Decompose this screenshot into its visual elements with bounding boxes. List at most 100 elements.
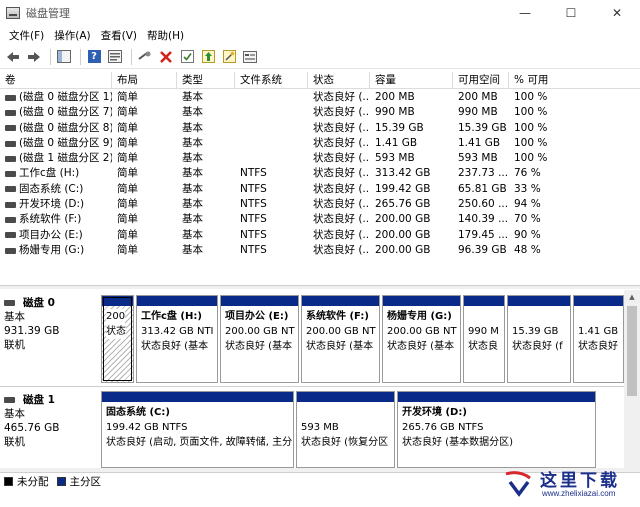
- table-row[interactable]: (磁盘 0 磁盘分区 9) 简单 基本 状态良好 (... 1.41 GB 1.…: [0, 136, 640, 151]
- partition-disk0-f[interactable]: 系统软件 (F:) 200.00 GB NT 状态良好 (基本: [301, 295, 380, 383]
- volume-icon: [5, 94, 16, 101]
- layout-cell: 简单: [117, 182, 138, 195]
- forward-arrow-icon[interactable]: [25, 48, 43, 66]
- partition-text: 工作c盘 (H:) 313.42 GB NTI 状态良好 (基本: [137, 306, 217, 354]
- volume-name-cell: 系统软件 (F:): [0, 212, 112, 227]
- partition-size: 1.41 GB: [578, 326, 619, 337]
- free-space-cell: 1.41 GB: [458, 136, 501, 149]
- filesystem-cell: NTFS: [240, 182, 267, 195]
- volume-name: 固态系统 (C:): [19, 182, 84, 195]
- back-arrow-icon[interactable]: [4, 48, 22, 66]
- toolbar-separator: [131, 48, 132, 65]
- vertical-scrollbar[interactable]: ▲: [624, 290, 640, 468]
- partition-disk0-7[interactable]: 990 M 状态良: [463, 295, 505, 383]
- partition-name: 工作c盘 (H:): [141, 311, 202, 322]
- column-header-capacity[interactable]: 容量: [370, 72, 453, 89]
- column-header-status[interactable]: 状态: [308, 72, 370, 89]
- disk-1-label[interactable]: 磁盘 1 基本 465.76 GB 联机: [4, 393, 98, 449]
- console-tree-icon[interactable]: [55, 48, 73, 66]
- check-icon[interactable]: [178, 48, 196, 66]
- filesystem-cell: [235, 136, 308, 151]
- disk-icon: [4, 397, 15, 403]
- partition-status: 状态良好: [578, 341, 618, 352]
- partition-disk0-e[interactable]: 项目办公 (E:) 200.00 GB NT 状态良好 (基本: [220, 295, 299, 383]
- status-cell: 状态良好 (...: [313, 198, 370, 211]
- partition-disk0-h[interactable]: 工作c盘 (H:) 313.42 GB NTI 状态良好 (基本: [136, 295, 218, 383]
- capacity-cell: 200 MB: [375, 91, 415, 103]
- menu-view[interactable]: 查看(V): [96, 28, 142, 43]
- help-icon[interactable]: ?: [85, 48, 103, 66]
- watermark-logo-icon: [505, 471, 531, 497]
- partition-disk1-d[interactable]: 开发环境 (D:) 265.76 GB NTFS 状态良好 (基本数据分区): [397, 391, 596, 468]
- partition-text: 项目办公 (E:) 200.00 GB NT 状态良好 (基本: [221, 306, 298, 354]
- table-row[interactable]: (磁盘 0 磁盘分区 8) 简单 基本 状态良好 (... 15.39 GB 1…: [0, 121, 640, 136]
- filesystem-cell: [235, 105, 308, 120]
- table-row[interactable]: 固态系统 (C:) 简单 基本 NTFS 状态良好 (... 199.42 GB…: [0, 182, 640, 197]
- disk-1-type: 基本: [4, 408, 25, 420]
- menu-help[interactable]: 帮助(H): [142, 28, 189, 43]
- partition-size: 313.42 GB NTI: [141, 326, 214, 337]
- scroll-thumb[interactable]: [627, 306, 637, 396]
- partition-disk1-c[interactable]: 固态系统 (C:) 199.42 GB NTFS 状态良好 (启动, 页面文件,…: [101, 391, 294, 468]
- partition-name: 固态系统 (C:): [106, 407, 170, 418]
- legend-swatch-unallocated: [4, 477, 13, 486]
- connect-icon[interactable]: [136, 48, 154, 66]
- column-header-percent-free[interactable]: % 可用: [509, 72, 640, 89]
- partition-name: 杨姗专用 (G:): [387, 311, 452, 322]
- column-header-free-space[interactable]: 可用空间: [453, 72, 509, 89]
- percent-free-cell: 76 %: [514, 167, 541, 180]
- partition-status: 状态良好 (启动, 页面文件, 故障转储, 主分: [106, 437, 293, 448]
- disk-view-icon[interactable]: [241, 48, 259, 66]
- free-space-cell: 593 MB: [458, 152, 498, 165]
- maximize-button[interactable]: ☐: [548, 0, 594, 26]
- disk-0-name: 磁盘 0: [23, 297, 55, 309]
- layout-cell: 简单: [117, 213, 138, 226]
- partition-size: 200.00 GB NT: [387, 326, 457, 337]
- scroll-up-icon[interactable]: ▲: [624, 290, 640, 304]
- column-header-type[interactable]: 类型: [177, 72, 235, 89]
- table-row[interactable]: (磁盘 0 磁盘分区 1) 简单 基本 状态良好 (... 200 MB 200…: [0, 90, 640, 105]
- partition-disk0-8[interactable]: 15.39 GB 状态良好 (f: [507, 295, 571, 383]
- delete-icon[interactable]: [157, 48, 175, 66]
- partition-bar: [398, 392, 595, 402]
- properties-icon[interactable]: [106, 48, 124, 66]
- type-cell: 基本: [182, 121, 203, 134]
- table-row[interactable]: 杨姗专用 (G:) 简单 基本 NTFS 状态良好 (... 200.00 GB…: [0, 243, 640, 258]
- percent-free-cell: 33 %: [514, 182, 541, 195]
- volume-name: (磁盘 0 磁盘分区 1): [19, 91, 112, 103]
- table-row[interactable]: 系统软件 (F:) 简单 基本 NTFS 状态良好 (... 200.00 GB…: [0, 212, 640, 227]
- wizard-icon[interactable]: [220, 48, 238, 66]
- column-header-volume[interactable]: 卷: [0, 72, 112, 89]
- volume-name: 项目办公 (E:): [19, 228, 83, 241]
- partition-disk0-9[interactable]: 1.41 GB 状态良好: [573, 295, 624, 383]
- volume-name: (磁盘 0 磁盘分区 8): [19, 121, 112, 134]
- disk-0-label[interactable]: 磁盘 0 基本 931.39 GB 联机: [4, 296, 98, 352]
- table-row[interactable]: 项目办公 (E:) 简单 基本 NTFS 状态良好 (... 200.00 GB…: [0, 228, 640, 243]
- partition-disk0-1[interactable]: 200 状态: [101, 295, 134, 383]
- menu-action[interactable]: 操作(A): [49, 28, 95, 43]
- table-row[interactable]: 开发环境 (D:) 简单 基本 NTFS 状态良好 (... 265.76 GB…: [0, 197, 640, 212]
- percent-free-cell: 48 %: [514, 243, 541, 256]
- volume-name-cell: (磁盘 0 磁盘分区 8): [0, 121, 112, 136]
- capacity-cell: 200.00 GB: [375, 228, 431, 241]
- partition-disk0-g[interactable]: 杨姗专用 (G:) 200.00 GB NT 状态良好 (基本: [382, 295, 461, 383]
- disk-icon: [4, 300, 15, 306]
- close-button[interactable]: ✕: [594, 0, 640, 26]
- table-row[interactable]: 工作c盘 (H:) 简单 基本 NTFS 状态良好 (... 313.42 GB…: [0, 166, 640, 181]
- capacity-cell: 199.42 GB: [375, 182, 431, 195]
- table-row[interactable]: (磁盘 1 磁盘分区 2) 简单 基本 状态良好 (... 593 MB 593…: [0, 151, 640, 166]
- percent-free-cell: 94 %: [514, 198, 541, 211]
- partition-name: 开发环境 (D:): [402, 407, 467, 418]
- status-cell: 状态良好 (...: [313, 121, 370, 134]
- free-space-cell: 250.60 ...: [458, 198, 509, 211]
- up-arrow-icon[interactable]: [199, 48, 217, 66]
- pane-splitter[interactable]: [0, 285, 640, 289]
- menu-file[interactable]: 文件(F): [4, 28, 49, 43]
- partition-disk1-recovery[interactable]: 593 MB 状态良好 (恢复分区: [296, 391, 395, 468]
- column-header-filesystem[interactable]: 文件系统: [235, 72, 308, 89]
- minimize-button[interactable]: —: [502, 0, 548, 26]
- type-cell: 基本: [182, 136, 203, 149]
- table-row[interactable]: (磁盘 0 磁盘分区 7) 简单 基本 状态良好 (... 990 MB 990…: [0, 105, 640, 120]
- column-header-layout[interactable]: 布局: [112, 72, 177, 89]
- volume-name: 工作c盘 (H:): [19, 167, 80, 180]
